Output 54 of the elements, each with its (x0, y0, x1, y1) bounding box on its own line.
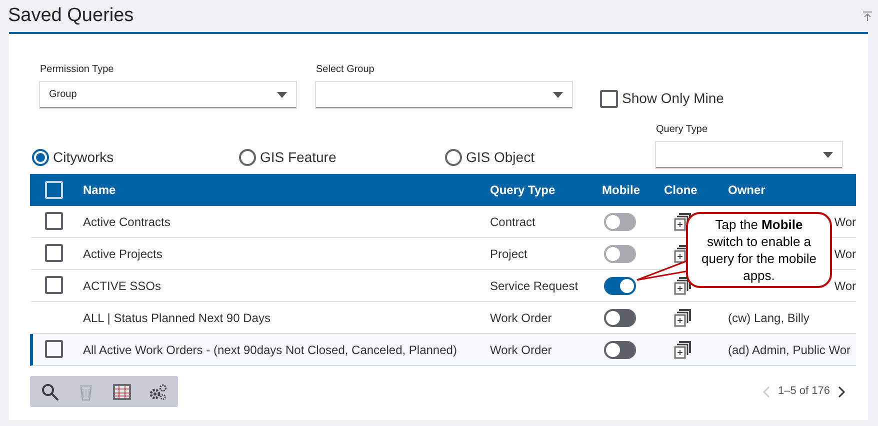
field-label: Permission Type (40, 63, 115, 77)
caret-icon (823, 152, 833, 158)
column-header[interactable]: Owner (728, 181, 856, 199)
checkbox[interactable] (45, 276, 63, 294)
page-title: Saved Queries (8, 4, 134, 28)
clone-icon[interactable] (674, 276, 692, 294)
callout: Tap the Mobile switch to enable a query for the mobile apps. (686, 212, 832, 288)
checkbox[interactable] (45, 340, 63, 358)
column-header[interactable]: Query Type (490, 181, 602, 199)
table-cell-text: (ad) Admin, Public Wor (728, 342, 852, 358)
collapse-icon[interactable] (863, 11, 872, 21)
permission-type-select[interactable]: Group (40, 82, 296, 108)
clone-icon[interactable] (674, 308, 692, 326)
table-cell-text: All Active Work Orders - (next 90days Not Closed, Canceled, Planned) (83, 342, 458, 358)
checkbox-label: Show Only Mine (622, 89, 724, 108)
radio-button[interactable] (239, 149, 256, 166)
field-label: Query Type (656, 123, 709, 137)
table-cell-text: ALL | Status Planned Next 90 Days (83, 310, 272, 326)
table-row[interactable]: All Active Work Orders - (next 90days Not Closed, Canceled, Planned) Work Order (ad) Admin, Public Wor (30, 334, 856, 366)
next-page-button[interactable] (838, 386, 846, 398)
gear-icon (148, 382, 168, 400)
group-select[interactable] (316, 82, 572, 108)
radio-label: GIS Feature (260, 148, 336, 167)
checkbox[interactable] (45, 244, 63, 262)
column-header[interactable]: Name (83, 181, 490, 199)
radio-button[interactable] (32, 149, 49, 166)
page-range: 1–5 of 176 (778, 384, 830, 400)
search-icon (41, 382, 59, 400)
trash-icon (78, 382, 94, 400)
radio-button[interactable] (445, 149, 462, 166)
table-cell-text: Work Order (490, 310, 553, 326)
table-cell-text: Contract (490, 214, 536, 230)
column-header[interactable]: Clone (664, 181, 728, 199)
mobile-switch[interactable] (604, 308, 636, 326)
table-cell-text: Service Request (490, 278, 580, 294)
clone-icon[interactable] (674, 340, 692, 358)
caret-icon (277, 92, 287, 98)
table-cell-text: (cw) Lang, Billy (728, 310, 810, 326)
table-cell-text: ACTIVE SSOs (83, 278, 162, 294)
table-cell-text: Work Order (490, 342, 553, 358)
mobile-switch[interactable] (604, 340, 636, 358)
mobile-switch[interactable] (604, 276, 636, 294)
radio-label: Cityworks (53, 148, 114, 167)
radio-label: GIS Object (466, 148, 534, 167)
table-cell-text: Project (490, 246, 528, 262)
query-type-select[interactable] (656, 142, 842, 168)
grid-icon (113, 384, 131, 400)
table-cell-text: Active Contracts (83, 214, 172, 230)
table-cell-text: Active Projects (83, 246, 164, 262)
checkbox[interactable] (45, 212, 63, 230)
caret-icon (553, 92, 563, 98)
column-header[interactable]: Mobile (602, 181, 664, 199)
field-label: Select Group (316, 63, 376, 77)
checkbox[interactable] (600, 90, 618, 108)
